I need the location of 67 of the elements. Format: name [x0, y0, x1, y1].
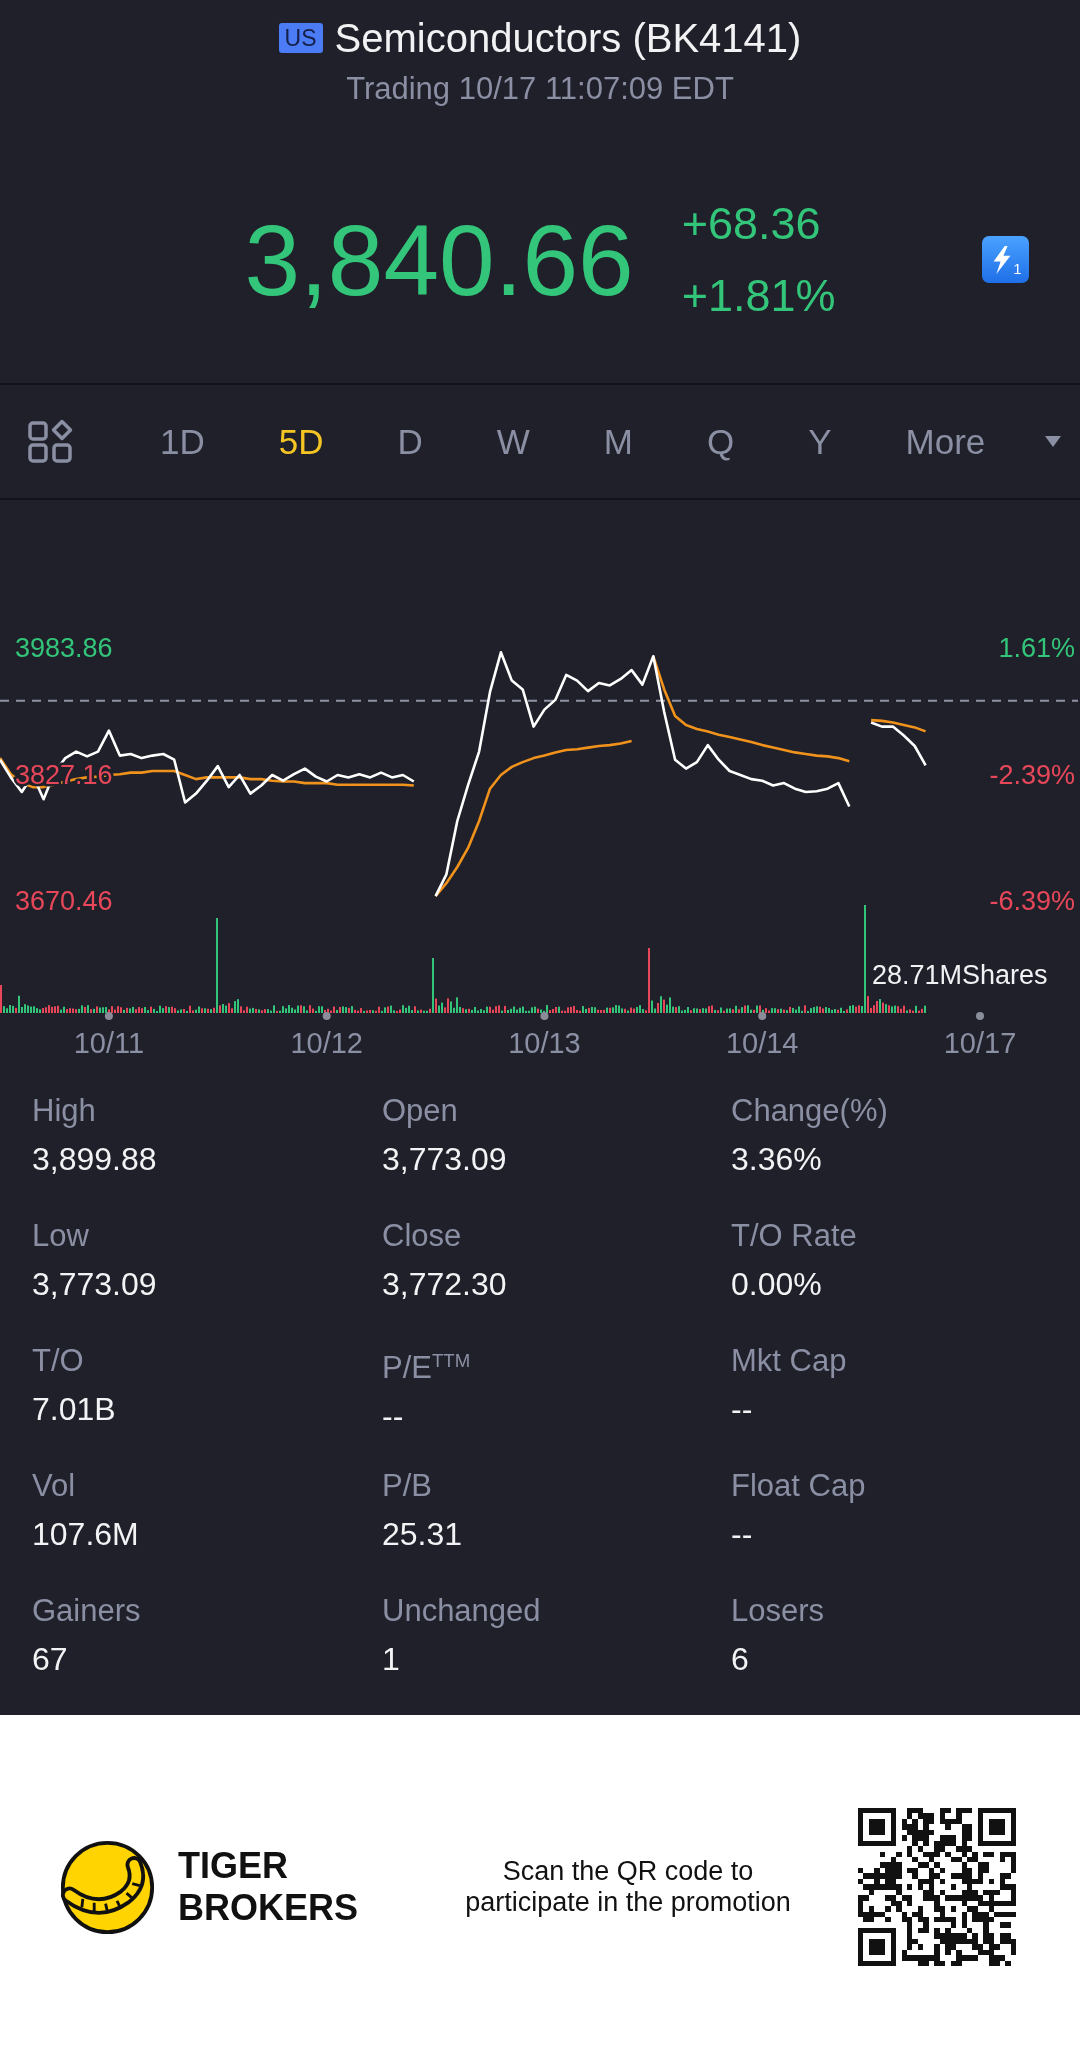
volume-label: 28.71MShares	[872, 960, 1048, 991]
stat-label: Float Cap	[731, 1467, 866, 1505]
date-label: 10/14	[725, 1026, 799, 1059]
stat-value: --	[731, 1390, 753, 1429]
stat-value: 3,773.09	[382, 1140, 507, 1179]
stat-value: 0.00%	[731, 1265, 822, 1304]
period-tab[interactable]: M	[603, 416, 633, 467]
stat-label: Close	[382, 1217, 462, 1255]
period-tab[interactable]: More	[905, 416, 1062, 467]
date-label: 10/17	[943, 1026, 1017, 1059]
stat-value: 6	[731, 1640, 749, 1679]
stat-label: High	[32, 1092, 96, 1130]
day-marker-icon	[104, 1012, 113, 1020]
stat-value: 107.6M	[32, 1515, 139, 1554]
stat-label: P/E$^{TTM}$	[382, 1349, 471, 1388]
stat-value: 3,773.09	[32, 1265, 157, 1304]
price-change: +68.36	[681, 196, 822, 251]
stat-label: Vol	[32, 1467, 76, 1505]
stat-label: T/O	[32, 1342, 84, 1380]
logo-icon	[60, 1839, 155, 1935]
stat-label: Losers	[731, 1592, 825, 1630]
day-marker-icon	[322, 1012, 331, 1020]
day-marker-icon	[540, 1012, 549, 1020]
stat-label: T/O Rate	[731, 1217, 857, 1255]
period-tab[interactable]: Q	[707, 416, 735, 467]
brand-name: TIGER BROKERS	[178, 1845, 360, 1929]
stat-value: --	[731, 1515, 753, 1554]
percent-change: +1.81%	[681, 268, 836, 323]
day-marker-icon	[758, 1012, 767, 1020]
index-title: Semiconductors (BK4141)	[334, 15, 802, 62]
last-price: 3,840.66	[244, 204, 634, 315]
period-tab[interactable]: Y	[808, 416, 832, 467]
caret-icon	[1045, 436, 1062, 447]
stat-label: Gainers	[32, 1592, 141, 1630]
day-marker-icon	[976, 1012, 984, 1020]
date-label: 10/11	[73, 1026, 145, 1059]
flash-alert-button[interactable]: 1	[982, 236, 1029, 283]
stat-label: Open	[382, 1092, 458, 1130]
stat-label: Change(%)	[731, 1092, 888, 1130]
market-badge: US	[278, 23, 323, 53]
period-tab[interactable]: 1D	[160, 416, 205, 467]
axis-label: 3983.86	[15, 633, 113, 664]
stat-value: 3.36%	[731, 1140, 822, 1179]
percent-label: 1.61%	[998, 633, 1075, 664]
stat-label: Low	[32, 1217, 89, 1255]
period-tab[interactable]: W	[496, 416, 530, 467]
stat-label: P/B	[382, 1467, 432, 1505]
percent-label: -6.39%	[989, 886, 1075, 917]
stat-value: 3,772.30	[382, 1265, 507, 1304]
period-tab[interactable]: 5D	[278, 416, 324, 467]
stat-value: 25.31	[382, 1515, 463, 1554]
stat-label: Mkt Cap	[731, 1342, 847, 1380]
stat-value: --	[382, 1397, 404, 1437]
axis-label: 3670.46	[15, 886, 113, 917]
date-label: 10/12	[290, 1026, 363, 1059]
stat-label: Unchanged	[382, 1592, 541, 1630]
period-tab[interactable]: D	[397, 416, 423, 467]
stat-value: 1	[382, 1640, 400, 1679]
promo-text: Scan the QR code to participate in the promotion	[464, 1856, 792, 1918]
percent-label: -2.39%	[989, 759, 1075, 790]
stat-value: 67	[32, 1640, 68, 1679]
grid-icon[interactable]	[28, 419, 73, 464]
lightning-icon	[992, 245, 1013, 274]
trading-status: Trading 10/17 11:07:09 EDT	[346, 70, 734, 108]
stat-value: 3,899.88	[32, 1140, 157, 1179]
stat-value: 7.01B	[32, 1390, 116, 1429]
date-label: 10/13	[508, 1026, 581, 1059]
